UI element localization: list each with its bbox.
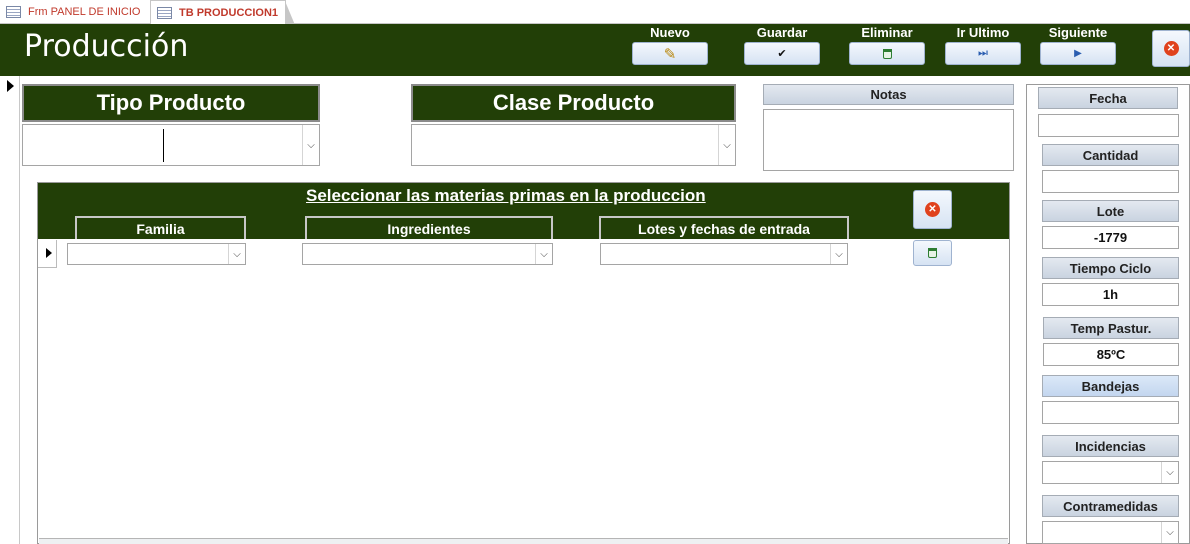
incidencias-label: Incidencias xyxy=(1042,435,1179,457)
temp-pastur-label: Temp Pastur. xyxy=(1043,317,1179,339)
trash-icon xyxy=(882,48,892,59)
close-icon: ✕ xyxy=(1163,41,1179,56)
skip-last-icon: ⏭ xyxy=(978,47,988,59)
tipo-producto-combo[interactable]: ⌵ xyxy=(22,124,320,166)
guardar-group: Guardar ✔ xyxy=(737,24,827,65)
ingredientes-combo[interactable]: ⌵ xyxy=(302,243,553,265)
guardar-button[interactable]: ✔ xyxy=(744,42,820,65)
subform-close-button[interactable]: ✕ xyxy=(913,190,952,229)
eliminar-label: Eliminar xyxy=(861,25,913,40)
contramedidas-label: Contramedidas xyxy=(1042,495,1179,517)
siguiente-button[interactable]: ▶ xyxy=(1040,42,1116,65)
incidencias-combo[interactable]: ⌵ xyxy=(1042,461,1179,484)
bandejas-label: Bandejas xyxy=(1042,375,1179,397)
column-header-ingredientes: Ingredientes xyxy=(305,216,553,239)
chevron-down-icon[interactable]: ⌵ xyxy=(718,125,735,165)
chevron-down-icon[interactable]: ⌵ xyxy=(535,244,552,264)
check-icon: ✔ xyxy=(777,48,787,60)
ir-ultimo-label: Ir Ultimo xyxy=(956,25,1010,40)
materias-primas-subform: Seleccionar las materias primas en la pr… xyxy=(37,182,1010,544)
lote-label: Lote xyxy=(1042,200,1179,222)
delete-row-button[interactable] xyxy=(913,240,952,266)
page-title: Producción xyxy=(24,29,189,64)
chevron-down-icon[interactable]: ⌵ xyxy=(830,244,847,264)
chevron-down-icon[interactable]: ⌵ xyxy=(302,125,319,165)
ir-ultimo-group: Ir Ultimo ⏭ xyxy=(938,24,1028,65)
ir-ultimo-button[interactable]: ⏭ xyxy=(945,42,1021,65)
close-form-button[interactable]: ✕ xyxy=(1152,30,1190,67)
record-selector[interactable] xyxy=(0,76,20,544)
siguiente-label: Siguiente xyxy=(1048,25,1108,40)
tiempo-ciclo-label: Tiempo Ciclo xyxy=(1042,257,1179,279)
close-icon: ✕ xyxy=(925,202,940,217)
column-header-lotes: Lotes y fechas de entrada xyxy=(599,216,849,239)
bandejas-field[interactable] xyxy=(1042,401,1179,424)
nuevo-group: Nuevo ✎ xyxy=(625,24,715,65)
notas-textarea[interactable] xyxy=(763,109,1014,171)
contramedidas-combo[interactable]: ⌵ xyxy=(1042,521,1179,544)
clase-producto-combo[interactable]: ⌵ xyxy=(411,124,736,166)
tiempo-ciclo-field[interactable]: 1h xyxy=(1042,283,1179,306)
tab-panel-inicio[interactable]: Frm PANEL DE INICIO xyxy=(0,0,148,24)
record-navigation-bar xyxy=(39,538,1008,544)
tab-label: Frm PANEL DE INICIO xyxy=(28,6,141,18)
eliminar-button[interactable] xyxy=(849,42,925,65)
play-next-icon: ▶ xyxy=(1074,48,1082,59)
chevron-down-icon[interactable]: ⌵ xyxy=(228,244,245,264)
fecha-field[interactable] xyxy=(1038,114,1179,137)
trash-icon xyxy=(928,248,937,258)
chevron-down-icon[interactable]: ⌵ xyxy=(1161,522,1178,543)
guardar-label: Guardar xyxy=(756,25,808,40)
temp-pastur-field[interactable]: 85ºC xyxy=(1043,343,1179,366)
lotes-combo[interactable]: ⌵ xyxy=(600,243,848,265)
cantidad-label: Cantidad xyxy=(1042,144,1179,166)
form-header: Producción Nuevo ✎ Guardar ✔ Eliminar Ir… xyxy=(0,24,1190,76)
row-selector[interactable] xyxy=(38,240,57,268)
lote-field[interactable]: -1779 xyxy=(1042,226,1179,249)
column-header-familia: Familia xyxy=(75,216,246,239)
cantidad-field[interactable] xyxy=(1042,170,1179,193)
eliminar-group: Eliminar xyxy=(842,24,932,65)
nuevo-button[interactable]: ✎ xyxy=(632,42,708,65)
siguiente-group: Siguiente ▶ xyxy=(1033,24,1123,65)
form-icon xyxy=(6,6,21,18)
subform-title: Seleccionar las materias primas en la pr… xyxy=(306,186,706,205)
pencil-icon: ✎ xyxy=(663,45,677,63)
clase-producto-label: Clase Producto xyxy=(411,84,736,122)
fecha-label: Fecha xyxy=(1038,87,1178,109)
text-cursor xyxy=(163,129,164,162)
tipo-producto-label: Tipo Producto xyxy=(22,84,320,122)
chevron-down-icon[interactable]: ⌵ xyxy=(1161,462,1178,483)
current-record-arrow-icon xyxy=(7,80,14,92)
notas-label: Notas xyxy=(763,84,1014,105)
tab-label: TB PRODUCCION1 xyxy=(179,6,279,19)
document-tab-strip: Frm PANEL DE INICIO TB PRODUCCION1 xyxy=(0,0,1190,25)
tab-produccion[interactable]: TB PRODUCCION1 xyxy=(150,0,295,25)
subform-header: Seleccionar las materias primas en la pr… xyxy=(38,183,1009,239)
nuevo-label: Nuevo xyxy=(650,25,690,40)
current-row-arrow-icon xyxy=(46,248,52,258)
familia-combo[interactable]: ⌵ xyxy=(67,243,246,265)
form-icon xyxy=(157,6,172,19)
